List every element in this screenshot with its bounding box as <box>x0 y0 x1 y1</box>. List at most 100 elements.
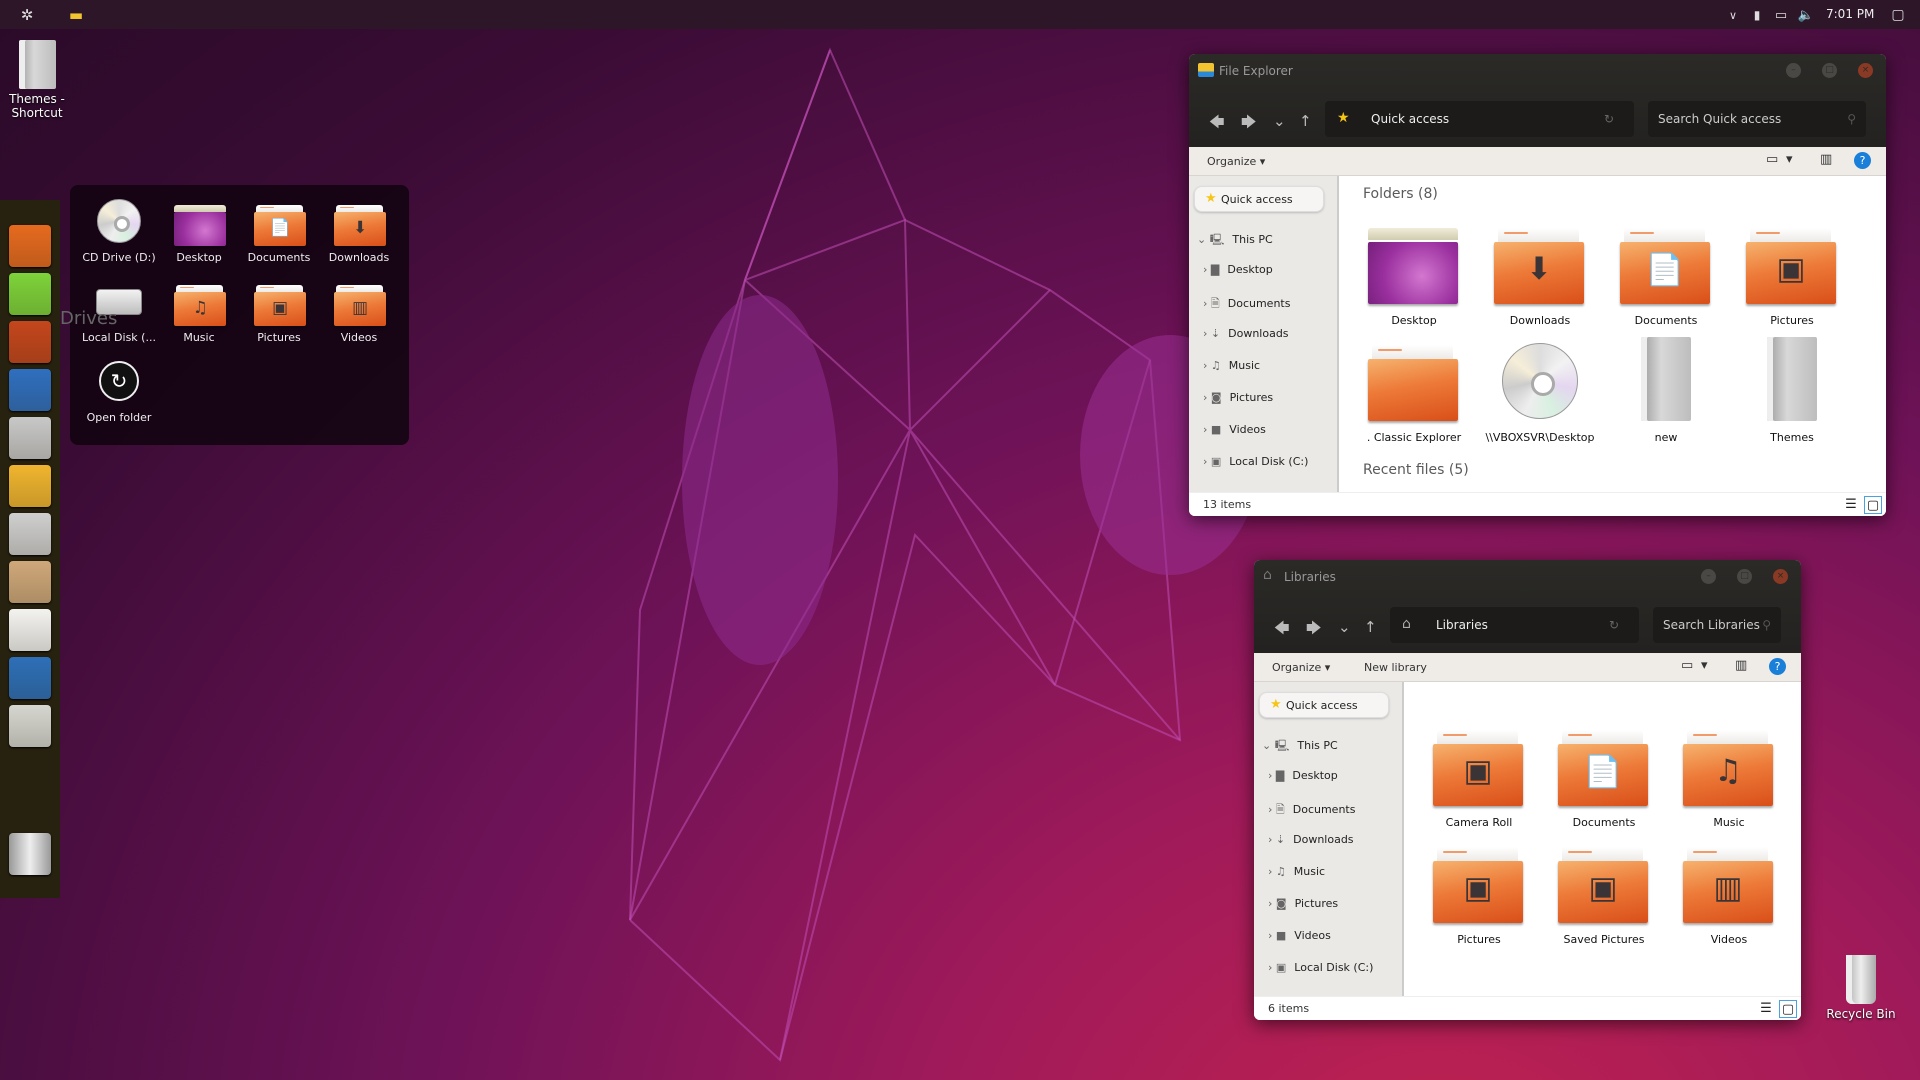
folder-item[interactable]: 📄 Documents <box>1549 722 1659 829</box>
nav-item-pictures[interactable]: › ◙ Pictures <box>1268 897 1338 910</box>
folder-item[interactable]: ▥ Videos <box>1674 839 1784 946</box>
folder-item[interactable]: ▣ Pictures <box>1737 220 1847 327</box>
up-button[interactable]: ↑ <box>1299 112 1312 130</box>
preview-pane-icon[interactable]: ▥ <box>1735 658 1747 673</box>
launcher-paint-icon[interactable] <box>9 561 51 603</box>
large-icons-view-icon[interactable]: ▢ <box>1864 496 1882 514</box>
close-button[interactable]: × <box>1773 569 1788 584</box>
refresh-icon[interactable]: ↻ <box>1609 618 1619 632</box>
launcher-contacts-icon[interactable] <box>9 465 51 507</box>
folder-item[interactable]: Themes <box>1737 337 1847 444</box>
drive-item[interactable]: 📄 Documents <box>239 197 319 264</box>
drive-item[interactable]: ▥ Videos <box>319 277 399 344</box>
volume-icon[interactable]: 🔈 <box>1795 4 1817 26</box>
drive-item[interactable]: ▣ Pictures <box>239 277 319 344</box>
drive-item[interactable]: ⬇ Downloads <box>319 197 399 264</box>
folder-item[interactable]: \\VBOXSVR\Desktop <box>1485 337 1595 444</box>
back-button[interactable]: 🡄 <box>1274 618 1290 643</box>
nav-item-music[interactable]: › ♫ Music <box>1203 359 1260 372</box>
folder-item[interactable]: new <box>1611 337 1721 444</box>
emblem-icon: ⬇ <box>1526 250 1552 287</box>
folder-item[interactable]: ⬇ Downloads <box>1485 220 1595 327</box>
refresh-icon[interactable]: ↻ <box>1604 112 1614 126</box>
nav-item-localdiskc[interactable]: › ▣ Local Disk (C:) <box>1203 455 1308 468</box>
command-0[interactable]: Organize ▾ <box>1207 155 1265 168</box>
nav-item-videos[interactable]: › ■ Videos <box>1203 423 1266 436</box>
launcher-system-settings-icon[interactable] <box>9 417 51 459</box>
nav-item-localdiskc[interactable]: › ▣ Local Disk (C:) <box>1268 961 1373 974</box>
maximize-button[interactable]: □ <box>1737 569 1752 584</box>
launcher-user-accounts-icon[interactable] <box>9 513 51 555</box>
chevron-up-icon[interactable]: ∨ <box>1722 4 1744 26</box>
large-icons-view-icon[interactable]: ▢ <box>1779 1000 1797 1018</box>
folder-item[interactable]: ▣ Saved Pictures <box>1549 839 1659 946</box>
launcher-trash-icon[interactable] <box>9 833 51 875</box>
folder-item[interactable]: Desktop <box>1359 220 1469 327</box>
view-options-icon[interactable]: ▭ <box>1766 152 1778 167</box>
folder-item[interactable]: ▣ Pictures <box>1424 839 1534 946</box>
drive-item[interactable]: CD Drive (D:) <box>79 197 159 264</box>
up-button[interactable]: ↑ <box>1364 618 1377 636</box>
launcher-writer-icon[interactable] <box>9 657 51 699</box>
view-options-icon[interactable]: ▭ <box>1681 658 1693 673</box>
desktop-icon[interactable]: Themes - Shortcut <box>0 40 74 120</box>
drive-item[interactable]: ♫ Music <box>159 277 239 344</box>
address-bar[interactable]: ★ Quick access ↻ <box>1325 101 1634 137</box>
search-box[interactable]: Search Libraries ⚲ <box>1653 607 1781 643</box>
nav-item-desktop[interactable]: › ▇ Desktop <box>1203 263 1273 276</box>
view-dropdown-icon[interactable]: ▾ <box>1701 658 1708 673</box>
nav-item-downloads[interactable]: › ⇣ Downloads <box>1203 327 1289 340</box>
forward-button[interactable]: 🡆 <box>1241 112 1257 137</box>
folder-item[interactable]: ▣ Camera Roll <box>1424 722 1534 829</box>
section-header[interactable]: Folders (8) <box>1363 186 1438 202</box>
details-view-icon[interactable]: ☰ <box>1757 1000 1775 1018</box>
clock[interactable]: 7:01 PM <box>1826 7 1874 21</box>
folder-item[interactable]: . Classic Explorer <box>1359 337 1469 444</box>
nav-item-desktop[interactable]: › ▇ Desktop <box>1268 769 1338 782</box>
nav-quick-access[interactable]: Quick access ★ <box>1259 692 1389 718</box>
help-icon[interactable]: ? <box>1854 152 1871 169</box>
desktop-icon[interactable]: Recycle Bin <box>1824 955 1898 1021</box>
nav-item-pictures[interactable]: › ◙ Pictures <box>1203 391 1273 404</box>
drive-item[interactable]: ↻ Open folder <box>79 357 159 424</box>
folder-item[interactable]: 📄 Documents <box>1611 220 1721 327</box>
nav-item-music[interactable]: › ♫ Music <box>1268 865 1325 878</box>
nav-item-downloads[interactable]: › ⇣ Downloads <box>1268 833 1354 846</box>
search-box[interactable]: Search Quick access ⚲ <box>1648 101 1866 137</box>
action-center-icon[interactable]: ▢ <box>1887 4 1909 26</box>
launcher-ubuntu-home-icon[interactable] <box>9 321 51 363</box>
command-1[interactable]: New library <box>1364 661 1427 674</box>
folder-item[interactable]: ♫ Music <box>1674 722 1784 829</box>
details-view-icon[interactable]: ☰ <box>1842 496 1860 514</box>
preview-pane-icon[interactable]: ▥ <box>1820 152 1832 167</box>
command-0[interactable]: Organize ▾ <box>1272 661 1330 674</box>
maximize-button[interactable]: □ <box>1822 63 1837 78</box>
network-icon[interactable]: ▭ <box>1770 4 1792 26</box>
minimize-button[interactable]: – <box>1786 63 1801 78</box>
drive-item[interactable]: Desktop <box>159 197 239 264</box>
recent-dropdown[interactable]: ⌄ <box>1273 112 1286 130</box>
recent-dropdown[interactable]: ⌄ <box>1338 618 1351 636</box>
ubuntu-menu-icon[interactable]: ✲ <box>16 4 38 26</box>
nav-this-pc[interactable]: ⌄ 🖳 This PC <box>1197 231 1273 250</box>
view-dropdown-icon[interactable]: ▾ <box>1786 152 1793 167</box>
minimize-button[interactable]: – <box>1701 569 1716 584</box>
close-button[interactable]: × <box>1858 63 1873 78</box>
launcher-ubuntu-software-icon[interactable] <box>9 273 51 315</box>
nav-item-videos[interactable]: › ■ Videos <box>1268 929 1331 942</box>
launcher-text-editor-icon[interactable] <box>9 609 51 651</box>
forward-button[interactable]: 🡆 <box>1306 618 1322 643</box>
nav-quick-access[interactable]: Quick access ★ <box>1194 186 1324 212</box>
nav-item-documents[interactable]: › 🗎 Documents <box>1268 801 1355 820</box>
nav-item-documents[interactable]: › 🗎 Documents <box>1203 295 1290 314</box>
back-button[interactable]: 🡄 <box>1209 112 1225 137</box>
section-header[interactable]: Recent files (5) <box>1363 462 1469 478</box>
launcher-firefox-icon[interactable] <box>9 225 51 267</box>
help-icon[interactable]: ? <box>1769 658 1786 675</box>
nav-this-pc[interactable]: ⌄ 🖳 This PC <box>1262 737 1338 756</box>
launcher-calculator-icon[interactable] <box>9 705 51 747</box>
file-explorer-taskbar-icon[interactable]: ▬ <box>65 4 87 26</box>
launcher-desktop-editor-icon[interactable] <box>9 369 51 411</box>
battery-icon[interactable]: ▮ <box>1746 4 1768 26</box>
address-bar[interactable]: ⌂ Libraries ↻ <box>1390 607 1639 643</box>
